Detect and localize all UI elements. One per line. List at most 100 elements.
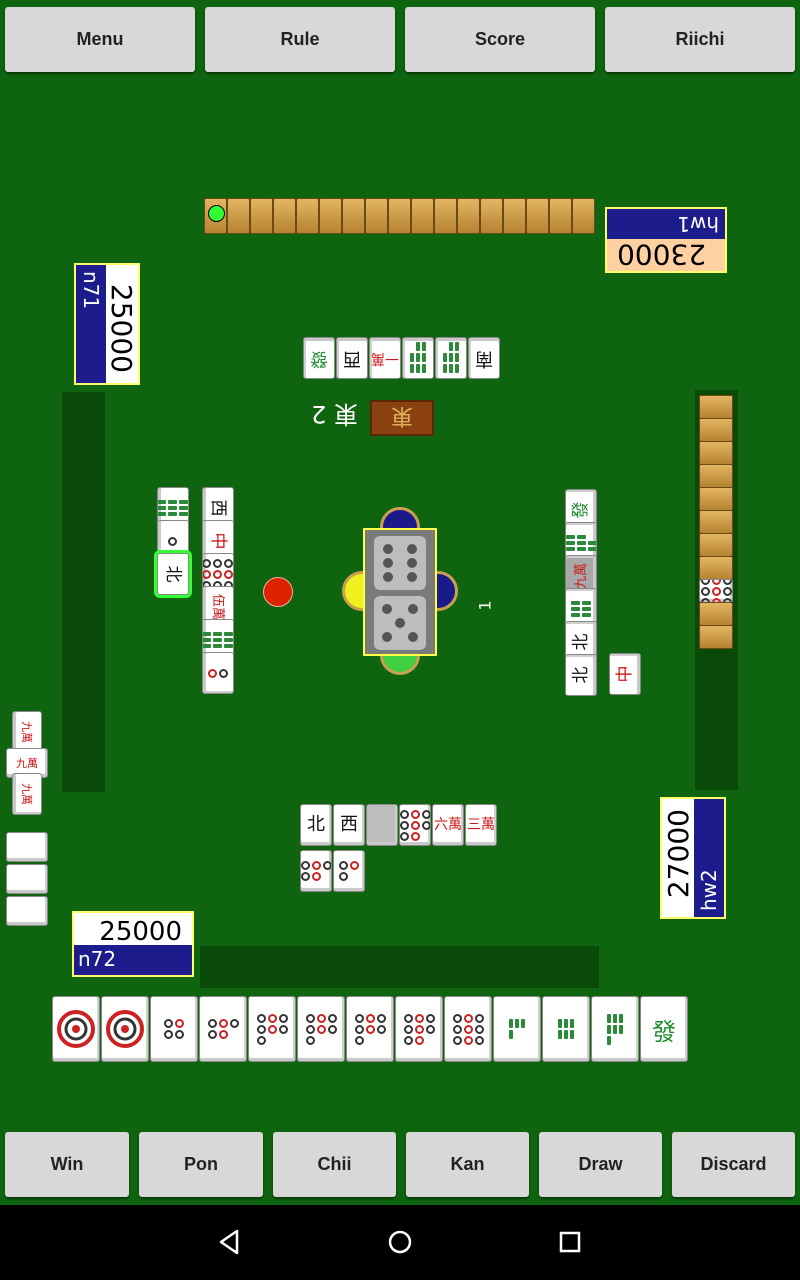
wall-tile-back	[411, 198, 434, 234]
west-discards: 北西中伍萬	[150, 487, 242, 694]
die-five	[374, 596, 426, 650]
wall-tile-back	[699, 533, 733, 557]
hand-tile-9-pin[interactable]	[444, 996, 492, 1062]
hand-tile-6-sou[interactable]	[542, 996, 590, 1062]
discard-button[interactable]: Discard	[672, 1132, 795, 1197]
south-score-box: 25000 n72	[72, 911, 194, 977]
east-name: hw2	[694, 799, 724, 917]
discard-tile: 一萬	[369, 337, 401, 379]
back-icon[interactable]	[213, 1225, 247, 1259]
tile-5-pin	[300, 850, 332, 892]
wall-tile-back	[250, 198, 273, 234]
score-button[interactable]: Score	[405, 7, 595, 72]
hand-tile-7-sou[interactable]	[591, 996, 639, 1062]
menu-button[interactable]: Menu	[5, 7, 195, 72]
tile-2-pin	[202, 652, 234, 694]
hidden-meld-tile	[6, 896, 48, 926]
north-wall	[204, 198, 598, 234]
south-discards: 北西 六萬 三萬	[300, 804, 500, 894]
tile-3-pin	[333, 850, 365, 892]
hand-tile-7-pin[interactable]	[297, 996, 345, 1062]
hand-tile-5-pin[interactable]	[199, 996, 247, 1062]
wall-tile-back	[434, 198, 457, 234]
east-score: 27000	[662, 799, 695, 917]
round-wind-tile: 東	[370, 400, 434, 436]
discard-tile: 中	[609, 653, 641, 695]
south-score: 25000	[74, 913, 192, 947]
wall-tile-back	[480, 198, 503, 234]
south-name: n72	[74, 945, 192, 975]
discard-tile: 六萬	[432, 804, 464, 846]
hand-tile-1-pin[interactable]	[52, 996, 100, 1062]
tile-9-pin	[699, 579, 733, 603]
hand-tile-1-pin[interactable]	[101, 996, 149, 1062]
home-icon[interactable]	[383, 1225, 417, 1259]
west-meld: 九萬 九萬 九萬	[4, 711, 50, 941]
wall-tile-back	[699, 418, 733, 442]
tile-8-sou	[435, 337, 467, 379]
wall-tile-back	[273, 198, 296, 234]
hand-tile-8-sou[interactable]: 發	[640, 996, 688, 1062]
hand-tile-7-pin[interactable]	[346, 996, 394, 1062]
hand-tile-4-sou[interactable]	[493, 996, 541, 1062]
hidden-meld-tile	[6, 832, 48, 862]
north-discards: 南 一萬西發	[302, 337, 500, 379]
wall-tile-back	[699, 625, 733, 649]
tile-8-sou	[402, 337, 434, 379]
win-button[interactable]: Win	[5, 1132, 129, 1197]
kan-button[interactable]: Kan	[406, 1132, 529, 1197]
discard-tile: 北	[565, 654, 597, 696]
wall-tile-back	[204, 198, 227, 234]
meld-tile: 九萬	[12, 773, 42, 815]
wall-tile-back	[296, 198, 319, 234]
round-indicator: 東 東 2	[300, 398, 440, 438]
chii-button[interactable]: Chii	[273, 1132, 396, 1197]
west-dark-zone	[62, 392, 105, 792]
hand-tile-8-pin[interactable]	[395, 996, 443, 1062]
east-discards: 發九萬北北中	[558, 489, 650, 696]
discard-tile: 北	[157, 553, 189, 595]
player-hand: 發	[52, 996, 692, 1062]
rule-button[interactable]: Rule	[205, 7, 395, 72]
discard-tile: 三萬	[465, 804, 497, 846]
riichi-counter: 1	[475, 600, 495, 611]
hand-tile-4-pin[interactable]	[150, 996, 198, 1062]
discard-tile: 發	[303, 337, 335, 379]
tile-8-pin	[399, 804, 431, 846]
wall-tile-back	[699, 395, 733, 419]
discard-tile: 西	[333, 804, 365, 846]
recents-icon[interactable]	[553, 1225, 587, 1259]
wall-tile-back	[526, 198, 549, 234]
north-score: 23000	[607, 238, 725, 271]
system-nav-bar	[0, 1205, 800, 1280]
discard-tile: 北	[300, 804, 332, 846]
south-dark-zone	[200, 946, 599, 988]
wall-tile-back	[319, 198, 342, 234]
riichi-button[interactable]: Riichi	[605, 7, 795, 72]
wall-tile-back	[699, 510, 733, 534]
wall-tile-back	[699, 556, 733, 580]
west-score-box: 25000 n71	[74, 263, 140, 385]
die-six	[374, 536, 426, 590]
wall-tile-back	[457, 198, 480, 234]
east-wall	[699, 395, 735, 650]
wall-tile-back	[388, 198, 411, 234]
dealer-marker	[208, 205, 225, 222]
wall-tile-back	[699, 487, 733, 511]
wall-tile-back	[699, 441, 733, 465]
round-label: 東 2	[311, 400, 358, 428]
draw-button[interactable]: Draw	[539, 1132, 662, 1197]
hidden-meld-tile	[6, 864, 48, 894]
discard-tile: 南	[468, 337, 500, 379]
wall-tile-back	[503, 198, 526, 234]
wall-tile-back	[699, 464, 733, 488]
pon-button[interactable]: Pon	[139, 1132, 263, 1197]
dice-box	[363, 528, 437, 656]
wall-tile-back	[342, 198, 365, 234]
wall-tile-back	[572, 198, 595, 234]
blank-discard-slot	[366, 804, 398, 846]
wall-tile-back	[549, 198, 572, 234]
discard-tile: 西	[336, 337, 368, 379]
hand-tile-7-pin[interactable]	[248, 996, 296, 1062]
west-name: n71	[76, 265, 106, 383]
